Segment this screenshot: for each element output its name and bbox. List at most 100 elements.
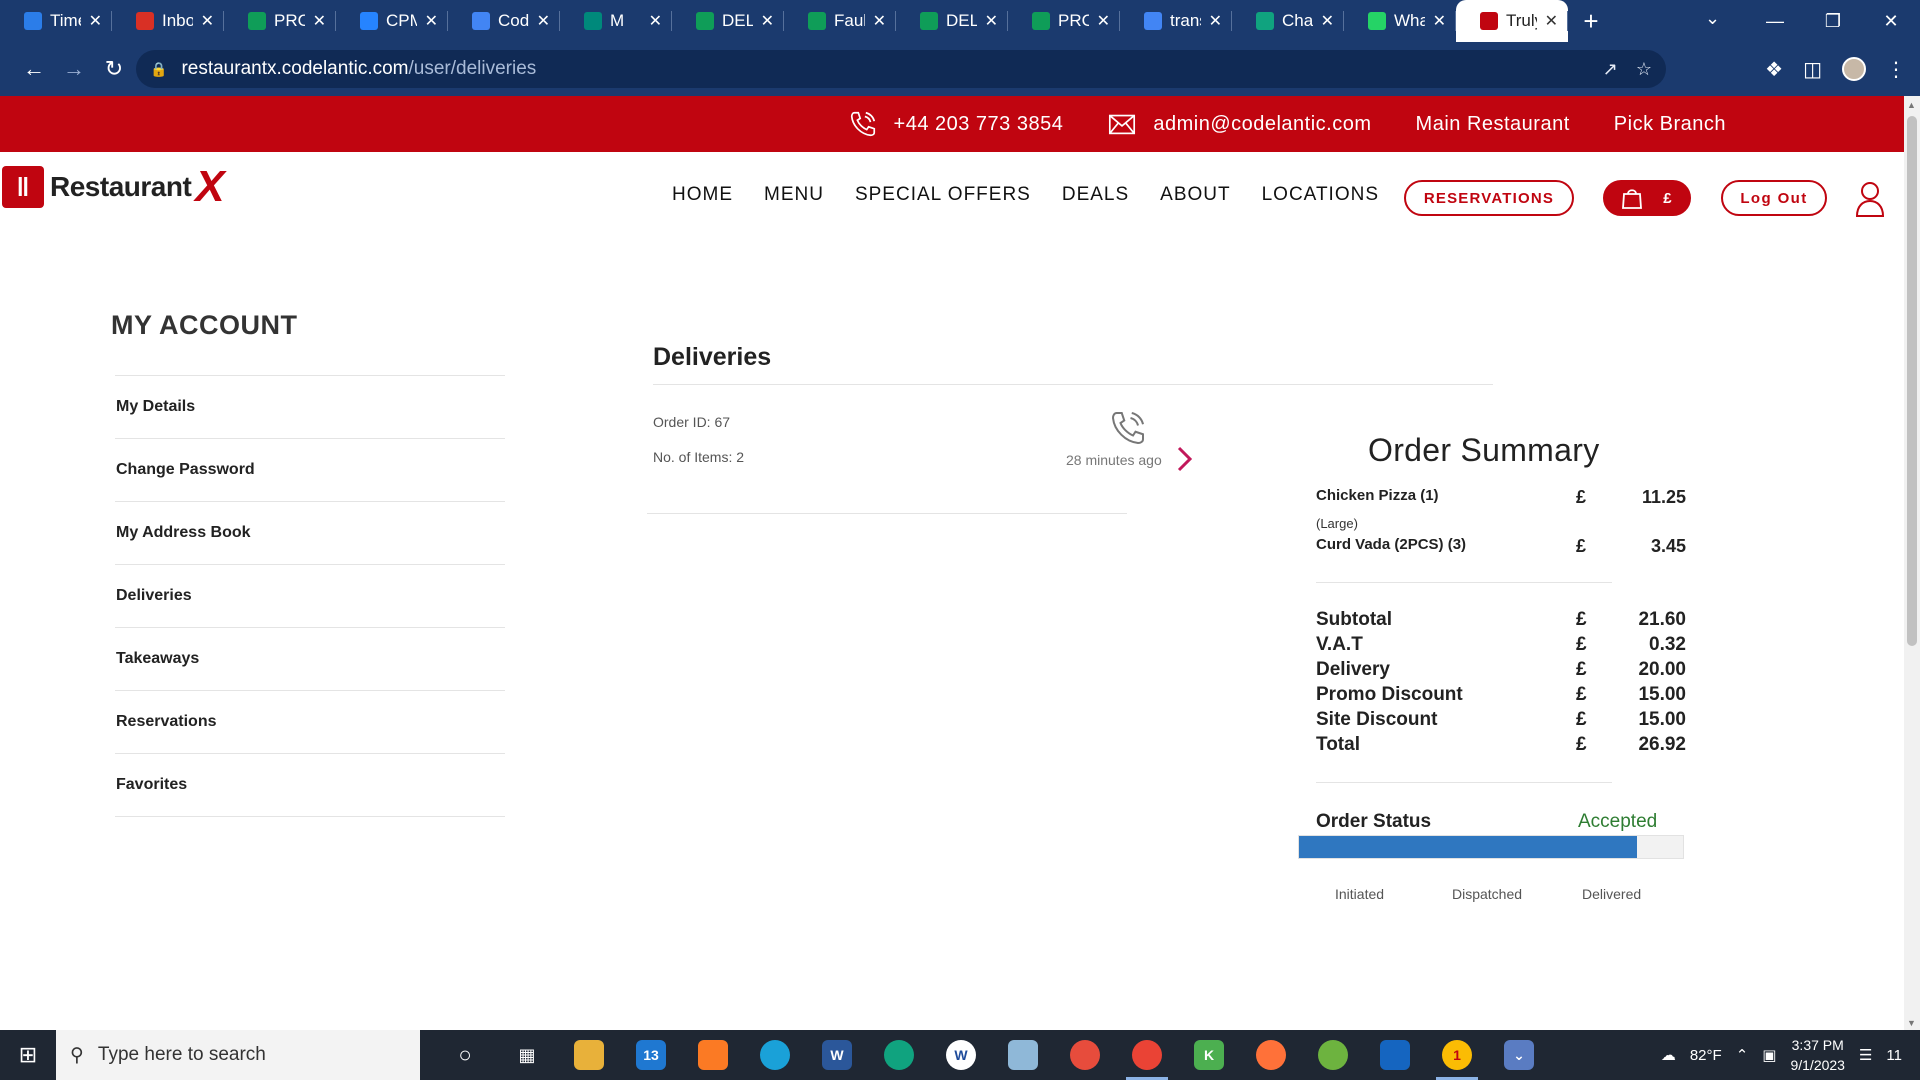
notification-center-icon[interactable]: ☰ (1859, 1046, 1872, 1064)
close-tab-icon[interactable]: ✕ (761, 11, 774, 31)
sidebar-item-my-address-book[interactable]: My Address Book (115, 502, 505, 565)
cart-button[interactable]: £ (1603, 180, 1691, 216)
remote-app-icon[interactable] (1364, 1030, 1426, 1080)
task-view-icon[interactable]: ▦ (496, 1030, 558, 1080)
chevron-app-icon[interactable]: ⌄ (1488, 1030, 1550, 1080)
firefox-icon[interactable] (1240, 1030, 1302, 1080)
close-tab-icon[interactable]: ✕ (537, 11, 550, 31)
clock[interactable]: 3:37 PM 9/1/2023 (1790, 1035, 1845, 1075)
chevron-right-icon[interactable] (1176, 444, 1194, 474)
close-tab-icon[interactable]: ✕ (985, 11, 998, 31)
notes-app-icon[interactable] (992, 1030, 1054, 1080)
sidebar-item-deliveries[interactable]: Deliveries (115, 565, 505, 628)
sidebar-item-reservations[interactable]: Reservations (115, 691, 505, 754)
close-tab-icon[interactable]: ✕ (1321, 11, 1334, 31)
new-tab-icon[interactable]: + (1568, 6, 1614, 37)
browser-tab[interactable]: Code ✕ (448, 0, 560, 42)
spring-icon[interactable] (1302, 1030, 1364, 1080)
close-tab-icon[interactable]: ✕ (89, 11, 102, 31)
app-circle-icon[interactable]: W (930, 1030, 992, 1080)
sidebar-item-favorites[interactable]: Favorites (115, 754, 505, 817)
nav-about[interactable]: ABOUT (1160, 184, 1230, 206)
forward-arrow-icon[interactable]: → (54, 56, 94, 82)
browser-tab[interactable]: What ✕ (1344, 0, 1456, 42)
page-scrollbar[interactable]: ▲ ▼ (1904, 96, 1920, 1030)
phone-icon (850, 111, 875, 137)
reservations-button[interactable]: RESERVATIONS (1404, 180, 1574, 216)
browser-tab[interactable]: Fault ✕ (784, 0, 896, 42)
scrollbar-thumb[interactable] (1907, 116, 1917, 646)
profile-avatar[interactable] (1842, 57, 1866, 81)
logout-button[interactable]: Log Out (1721, 180, 1827, 216)
chrome-icon[interactable] (1054, 1030, 1116, 1080)
tab-search-chevron-icon[interactable]: ⌄ (1705, 8, 1720, 29)
file-explorer-icon[interactable] (558, 1030, 620, 1080)
browser-tab[interactable]: DELIV ✕ (896, 0, 1008, 42)
site-logo[interactable]: ‖ Restaurant X (2, 162, 225, 212)
chrome-badge-icon[interactable]: 1 (1426, 1030, 1488, 1080)
address-bar[interactable]: 🔒 restaurantx.codelantic.com/user/delive… (136, 50, 1666, 88)
restore-icon[interactable]: ❐ (1804, 11, 1862, 32)
edge-icon[interactable] (744, 1030, 806, 1080)
cortana-icon[interactable]: ○ (434, 1030, 496, 1080)
restaurant-selector[interactable]: Main Restaurant (1416, 113, 1570, 136)
close-tab-icon[interactable]: ✕ (425, 11, 438, 31)
scroll-up-icon[interactable]: ▲ (1907, 100, 1916, 110)
close-tab-icon[interactable]: ✕ (1545, 11, 1558, 31)
browser-tab[interactable]: Chat ✕ (1232, 0, 1344, 42)
nav-menu[interactable]: MENU (764, 184, 824, 206)
xampp-icon[interactable] (682, 1030, 744, 1080)
nav-locations[interactable]: LOCATIONS (1262, 184, 1379, 206)
chatgpt-app-icon[interactable] (868, 1030, 930, 1080)
share-icon[interactable]: ↗ (1603, 59, 1618, 80)
bookmark-star-icon[interactable]: ☆ (1636, 59, 1652, 80)
close-tab-icon[interactable]: ✕ (873, 11, 886, 31)
windows-start-icon[interactable]: ⊞ (0, 1042, 56, 1068)
scroll-down-icon[interactable]: ▼ (1907, 1018, 1916, 1028)
browser-tab[interactable]: DELIV ✕ (672, 0, 784, 42)
browser-tab[interactable]: M ✕ (560, 0, 672, 42)
user-profile-icon[interactable] (1855, 180, 1885, 218)
weather-cloud-icon[interactable]: ☁ (1661, 1046, 1676, 1064)
total-amount: 21.60 (1638, 609, 1686, 630)
taskbar-search[interactable]: ⚲ Type here to search (56, 1030, 420, 1080)
nav-home[interactable]: HOME (672, 184, 733, 206)
nav-deals[interactable]: DEALS (1062, 184, 1129, 206)
network-icon[interactable]: ▣ (1762, 1046, 1776, 1064)
close-tab-icon[interactable]: ✕ (1209, 11, 1222, 31)
side-panel-icon[interactable]: ◫ (1803, 57, 1822, 82)
kotlin-icon[interactable]: K (1178, 1030, 1240, 1080)
close-tab-icon[interactable]: ✕ (649, 11, 662, 31)
browser-tab[interactable]: PROD ✕ (224, 0, 336, 42)
close-tab-icon[interactable]: ✕ (1097, 11, 1110, 31)
sidebar-item-change-password[interactable]: Change Password (115, 439, 505, 502)
browser-tab[interactable]: Truly ✕ (1456, 0, 1568, 42)
email-contact[interactable]: admin@codelantic.com (1107, 109, 1371, 139)
browser-menu-icon[interactable]: ⋮ (1886, 57, 1906, 82)
minimize-icon[interactable]: — (1746, 11, 1804, 32)
extensions-puzzle-icon[interactable]: ❖ (1765, 57, 1783, 82)
browser-tab[interactable]: CPM ✕ (336, 0, 448, 42)
order-card[interactable]: Order ID: 67 No. of Items: 2 (647, 400, 1127, 514)
mail-app-icon[interactable]: 13 (620, 1030, 682, 1080)
reload-icon[interactable]: ↻ (94, 56, 134, 82)
browser-tab[interactable]: Time ✕ (0, 0, 112, 42)
close-window-icon[interactable]: ✕ (1862, 11, 1920, 32)
browser-tab[interactable]: PROD ✕ (1008, 0, 1120, 42)
chrome-profile-icon[interactable] (1116, 1030, 1178, 1080)
word-icon[interactable]: W (806, 1030, 868, 1080)
sidebar-item-my-details[interactable]: My Details (115, 376, 505, 439)
close-tab-icon[interactable]: ✕ (201, 11, 214, 31)
browser-tab[interactable]: Inbox ✕ (112, 0, 224, 42)
close-tab-icon[interactable]: ✕ (1433, 11, 1446, 31)
close-tab-icon[interactable]: ✕ (313, 11, 326, 31)
browser-tab[interactable]: trans ✕ (1120, 0, 1232, 42)
weather-temp[interactable]: 82°F (1690, 1047, 1722, 1064)
lock-icon[interactable]: 🔒 (150, 61, 167, 78)
nav-special-offers[interactable]: SPECIAL OFFERS (855, 184, 1031, 206)
back-arrow-icon[interactable]: ← (14, 56, 54, 82)
sidebar-item-takeaways[interactable]: Takeaways (115, 628, 505, 691)
branch-selector[interactable]: Pick Branch (1614, 113, 1726, 136)
tray-chevron-icon[interactable]: ⌃ (1736, 1046, 1749, 1064)
phone-contact[interactable]: +44 203 773 3854 (848, 109, 1064, 139)
